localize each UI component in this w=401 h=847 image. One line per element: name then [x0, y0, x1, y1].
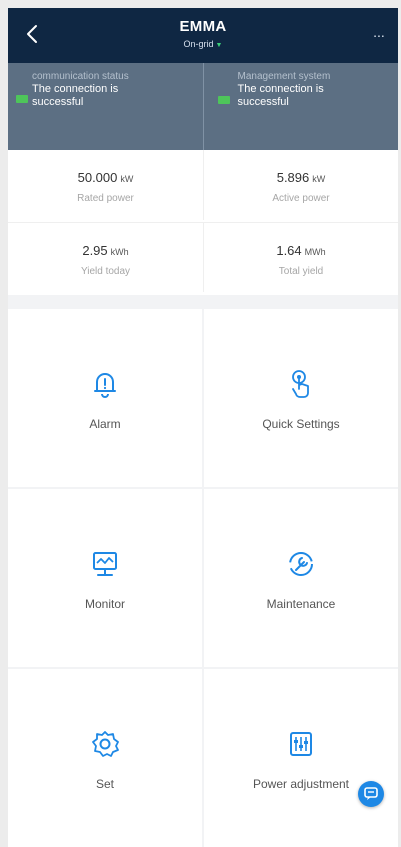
caret-down-icon: ▼ [215, 42, 223, 49]
management-system-value: The connection is successful [237, 83, 324, 108]
bell-icon [88, 367, 122, 401]
kpi-label: Total yield [278, 266, 324, 277]
maintenance-tile[interactable]: Maintenance [204, 489, 398, 667]
management-system-status: Management system The connection is succ… [202, 63, 399, 150]
page-title: EMMA [179, 18, 227, 35]
communication-status-label: communication status [32, 71, 129, 82]
kpi-value: 5.896 [276, 170, 310, 185]
kpi-value: 2.95 [82, 243, 108, 258]
more-menu-button[interactable]: ... [366, 25, 392, 46]
tile-label: Alarm [89, 417, 121, 431]
monitor-tile[interactable]: Monitor [8, 489, 202, 667]
chat-icon [364, 787, 378, 800]
kpi-value: 50.000 [77, 170, 118, 185]
status-ok-icon [217, 96, 230, 104]
kpi-label: Rated power [77, 193, 134, 204]
device-mode-label: On-grid [183, 39, 214, 49]
kpi-label: Yield today [80, 266, 131, 277]
quick-settings-tile[interactable]: Quick Settings [204, 309, 398, 487]
set-tile[interactable]: Set [8, 669, 202, 847]
power-adjustment-tile[interactable]: Power adjustment [204, 669, 398, 847]
monitor-icon [88, 547, 122, 581]
app-frame: EMMA On-grid ▼ ... communication status T… [8, 8, 398, 847]
kpi-rated-power: 50.000 kW Rated power [8, 150, 203, 220]
kpi-unit: kWh [110, 247, 129, 257]
communication-status: communication status The connection is s… [8, 63, 203, 150]
kpi-total-yield: 1.64 MWh Total yield [203, 222, 398, 292]
communication-status-value: The connection is successful [32, 83, 119, 108]
tile-label: Monitor [84, 597, 125, 611]
device-mode-selector[interactable]: On-grid ▼ [8, 39, 398, 49]
kpi-unit: kW [120, 174, 134, 184]
function-grid: Alarm Quick Settings Monitor Maintenance… [8, 309, 398, 847]
kpi-unit: kW [312, 174, 326, 184]
kpi-unit: MWh [304, 247, 326, 257]
status-ok-icon [16, 95, 28, 103]
kpi-value: 1.64 [276, 243, 302, 258]
kpi-label: Active power [272, 193, 330, 204]
tile-label: Quick Settings [262, 417, 340, 431]
alarm-tile[interactable]: Alarm [8, 309, 202, 487]
management-system-label: Management system [237, 71, 331, 82]
sliders-icon [284, 727, 318, 761]
touch-icon [284, 367, 318, 401]
kpi-yield-today: 2.95 kWh Yield today [8, 222, 203, 292]
floating-assistant-button[interactable] [358, 781, 384, 807]
app-header: EMMA On-grid ▼ ... [8, 8, 398, 63]
tile-label: Maintenance [266, 597, 336, 611]
energy-kpis: 50.000 kW Rated power 5.896 kW Active powe… [8, 150, 398, 295]
wrench-icon [284, 547, 318, 581]
gear-icon [88, 727, 122, 761]
connection-status-band: communication status The connection is s… [8, 63, 398, 150]
tile-label: Set [95, 777, 114, 791]
kpi-active-power: 5.896 kW Active power [203, 150, 398, 220]
